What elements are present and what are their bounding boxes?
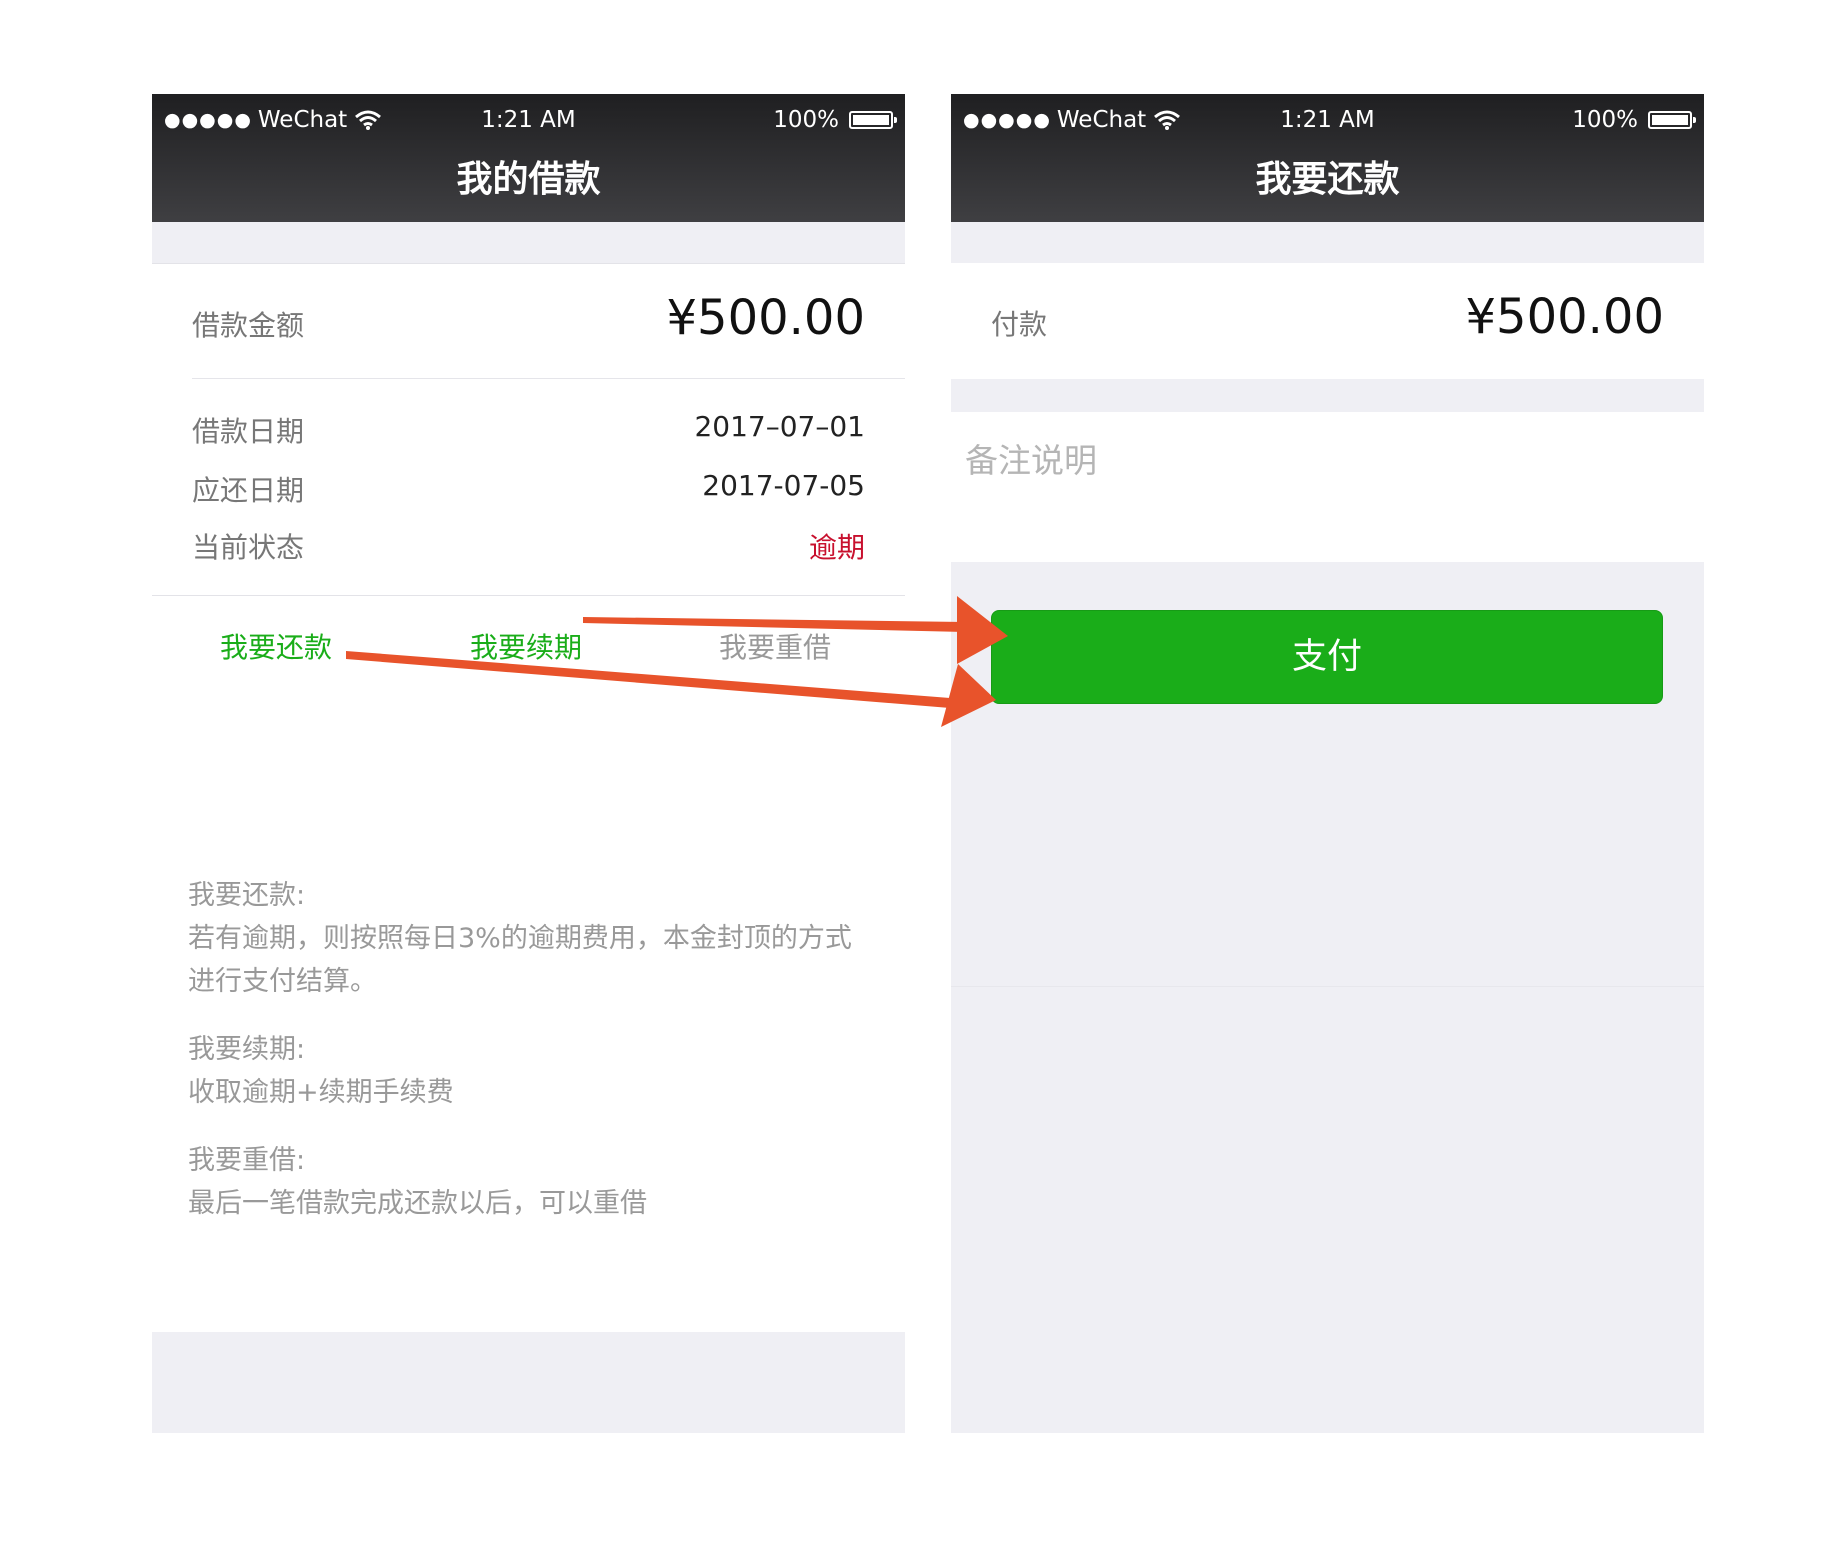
arrow-repay-to-pay <box>346 651 996 727</box>
arrow-renew-to-pay <box>583 596 1008 664</box>
annotation-arrows <box>346 596 1008 727</box>
